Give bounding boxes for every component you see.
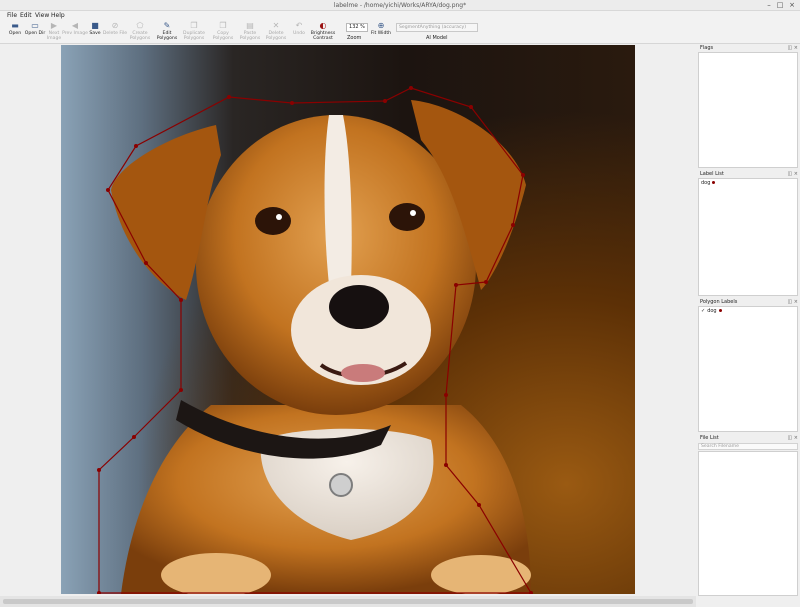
dog-tongue (341, 364, 385, 382)
menu-view[interactable]: View (35, 12, 49, 19)
folder-open-icon: ▭ (31, 21, 39, 30)
ai-model-label: AI Model (426, 35, 448, 41)
file-list-dock-header: File List ◫ × (698, 434, 800, 442)
fit-width-icon: ⊕ (377, 21, 385, 30)
polygon-icon: ⬠ (136, 21, 144, 30)
polygon-labels-title: Polygon Labels (700, 299, 738, 305)
dock-float-close-icon[interactable]: ◫ × (787, 170, 798, 178)
zoom-input[interactable]: 132 % (346, 23, 368, 32)
window-titlebar: labelme - /home/yichi/Works/ARYA/dog.png… (0, 0, 800, 11)
paste-polygons-button[interactable]: ▤ Paste Polygons (237, 20, 263, 44)
label-color-swatch (712, 181, 716, 184)
horizontal-scrollbar[interactable] (0, 596, 696, 607)
file-list-title: File List (700, 435, 719, 441)
edit-icon: ✎ (163, 21, 171, 30)
copy-icon: ❐ (190, 21, 198, 30)
eye-highlight (410, 210, 416, 216)
maximize-icon[interactable]: □ (776, 1, 784, 9)
toolbar: ▬ Open ▭ Open Dir ▶ Next Image ◀ Prev Im… (0, 20, 800, 44)
brightness-icon: ◐ (319, 21, 327, 30)
eye-highlight (276, 214, 282, 220)
arrow-right-icon: ▶ (50, 21, 58, 30)
image-drawing (97, 86, 533, 594)
dock-float-close-icon[interactable]: ◫ × (787, 298, 798, 306)
dock-float-close-icon[interactable]: ◫ × (787, 434, 798, 442)
menu-file[interactable]: File (7, 12, 17, 19)
polygon-labels-list[interactable]: ✓ dog (698, 306, 798, 432)
menu-edit[interactable]: Edit (20, 12, 32, 19)
dog-right-eye (389, 203, 425, 231)
label-list-dock-header: Label List ◫ × (698, 170, 800, 178)
polygon-label-text: dog (707, 308, 717, 314)
paste-icon: ▤ (246, 21, 254, 30)
polygon-labels-dock-header: Polygon Labels ◫ × (698, 298, 800, 306)
fit-width-button[interactable]: ⊕ Fit Width (368, 20, 394, 44)
delete-icon: ✕ (272, 21, 280, 30)
undo-icon: ↶ (295, 21, 303, 30)
copy-icon: ❐ (219, 21, 227, 30)
dock-float-close-icon[interactable]: ◫ × (787, 44, 798, 52)
ai-model-select[interactable]: SegmentAnything (accuracy) (396, 23, 478, 32)
label-list[interactable]: dog (698, 178, 798, 296)
menu-help[interactable]: Help (51, 12, 65, 19)
polygon-label-item[interactable]: ✓ dog (701, 308, 722, 314)
scrollbar-thumb[interactable] (3, 599, 693, 604)
zoom-label: Zoom (347, 35, 362, 41)
label-list-title: Label List (700, 171, 724, 177)
menu-bar: File Edit View Help (0, 11, 800, 20)
edit-polygons-button[interactable]: ✎ Edit Polygons (154, 20, 180, 44)
flags-dock-title: Flags (700, 45, 714, 51)
label-text: dog (701, 180, 711, 186)
collar-tag (329, 473, 353, 497)
create-polygons-button[interactable]: ⬠ Create Polygons (127, 20, 153, 44)
dog-image (61, 45, 635, 594)
file-list[interactable] (698, 451, 798, 596)
label-list-item[interactable]: dog (701, 180, 716, 186)
delete-file-button[interactable]: ⊘ Delete File (102, 20, 128, 44)
flags-dock-header: Flags ◫ × (698, 44, 800, 52)
undo-button[interactable]: ↶ Undo (286, 20, 312, 44)
save-icon: ■ (91, 21, 99, 30)
copy-polygons-button[interactable]: ❐ Copy Polygons (210, 20, 236, 44)
minimize-icon[interactable]: – (765, 1, 773, 9)
window-title: labelme - /home/yichi/Works/ARYA/dog.png… (333, 2, 467, 9)
duplicate-polygons-button[interactable]: ❐ Duplicate Polygons (181, 20, 207, 44)
canvas-area[interactable] (0, 44, 696, 596)
close-icon[interactable]: × (788, 1, 796, 9)
file-search-input[interactable]: Search Filename (698, 443, 798, 450)
dog-left-eye (255, 207, 291, 235)
label-color-swatch (718, 309, 722, 312)
dog-right-paw (431, 555, 531, 594)
dog-nose (329, 285, 389, 329)
checkbox-checked-icon[interactable]: ✓ (701, 308, 705, 314)
folder-icon: ▬ (11, 21, 19, 30)
delete-icon: ⊘ (111, 21, 119, 30)
arrow-left-icon: ◀ (71, 21, 79, 30)
brightness-contrast-button[interactable]: ◐ Brightness Contrast (310, 20, 336, 44)
flags-list[interactable] (698, 52, 798, 168)
